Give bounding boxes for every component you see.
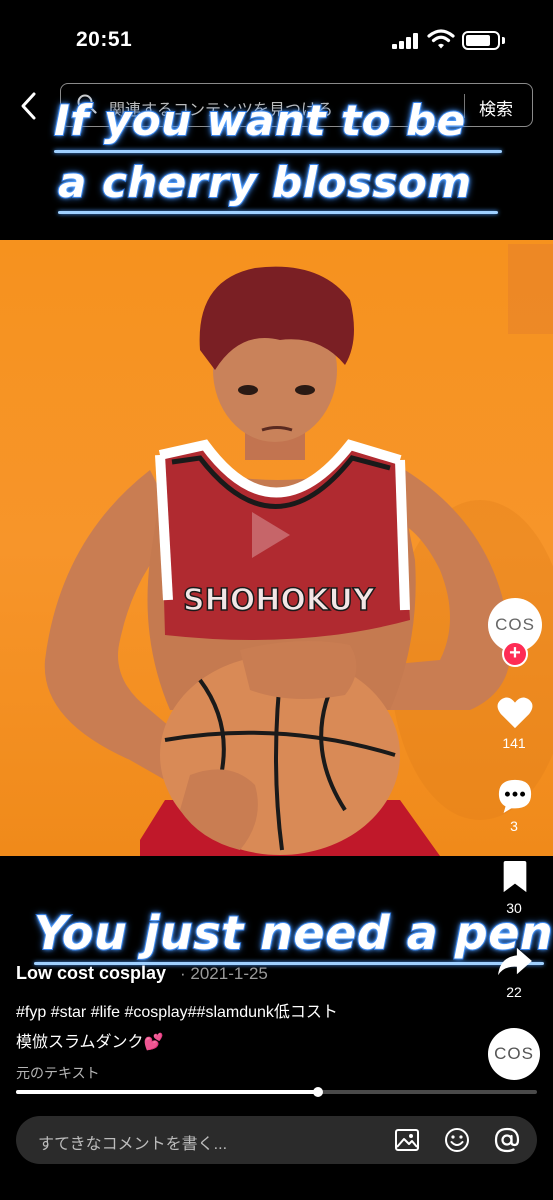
caption-top-line1: If you want to be <box>53 95 466 146</box>
mention-icon[interactable] <box>494 1127 520 1153</box>
original-text-link[interactable]: 元のテキスト <box>16 1063 100 1083</box>
description-line-2[interactable]: 模倣スラムダンク💕 <box>16 1028 163 1052</box>
description-line-1[interactable]: #fyp #star #life #cosplay##slamdunk低コスト <box>16 998 338 1022</box>
search-button[interactable]: 検索 <box>479 95 513 120</box>
follow-button[interactable]: + <box>502 641 528 667</box>
signal-icon <box>392 33 420 49</box>
video-player[interactable]: SHOHOKUY <box>0 240 553 856</box>
comment-placeholder: すてきなコメントを書く... <box>38 1136 228 1153</box>
caption-underline-2 <box>58 211 498 214</box>
post-date: · 2021-1-25 <box>180 964 268 983</box>
comment-input[interactable]: すてきなコメントを書く... <box>16 1116 537 1164</box>
share-icon[interactable] <box>496 946 534 978</box>
caption-bottom: You just need a pen <box>33 905 553 961</box>
bookmark-icon[interactable] <box>500 860 530 894</box>
image-icon[interactable] <box>394 1127 420 1153</box>
caption-top-line2: a cherry blossom <box>57 157 472 208</box>
like-count: 141 <box>502 735 526 751</box>
username-link[interactable]: Low cost cosplay <box>16 963 166 984</box>
progress-bar[interactable] <box>16 1087 537 1097</box>
sound-avatar[interactable]: COS <box>488 1028 540 1080</box>
progress-handle[interactable] <box>313 1087 324 1097</box>
comment-count: 3 <box>510 818 518 834</box>
wifi-icon <box>427 29 455 49</box>
progress-fill <box>16 1090 319 1094</box>
back-button[interactable] <box>14 88 44 124</box>
battery-tip <box>502 37 505 44</box>
share-count: 22 <box>506 984 522 1000</box>
status-time: 20:51 <box>76 28 133 51</box>
status-bar: 20:51 <box>0 0 553 70</box>
battery-icon <box>462 31 500 50</box>
video-still: SHOHOKUY <box>44 244 553 856</box>
back-icon <box>21 92 36 120</box>
caption-underline-1 <box>54 150 502 153</box>
heart-icon[interactable] <box>496 696 534 730</box>
comment-icon[interactable] <box>496 778 534 814</box>
emoji-icon[interactable] <box>444 1127 470 1153</box>
jersey-text: SHOHOKUY <box>183 583 376 618</box>
